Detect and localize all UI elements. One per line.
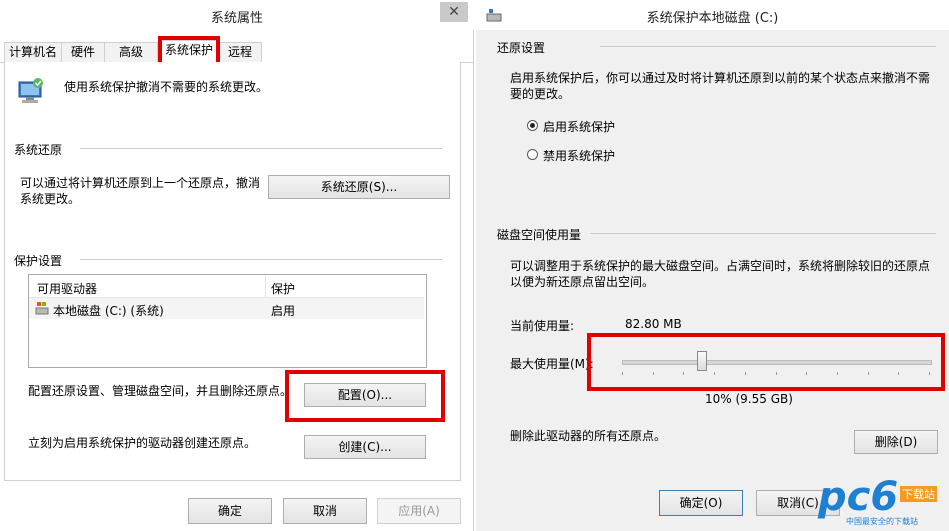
disable-protection-radio[interactable] bbox=[527, 149, 538, 160]
apply-button[interactable]: 应用(A) bbox=[377, 498, 461, 524]
system-properties-window: 系统属性 ✕ 计算机名 硬件 高级 系统保护 远程 使用系统保护撤消不需要的系统… bbox=[0, 0, 474, 531]
restore-desc-line1: 可以通过将计算机还原到上一个还原点，撤消 bbox=[20, 176, 261, 190]
drive-protection-cell: 启用 bbox=[271, 304, 296, 318]
tab-remote[interactable]: 远程 bbox=[218, 42, 262, 62]
tab-hardware[interactable]: 硬件 bbox=[61, 42, 105, 62]
cancel-button[interactable]: 取消 bbox=[283, 498, 367, 524]
create-desc: 立刻为启用系统保护的驱动器创建还原点。 bbox=[28, 436, 257, 450]
tab-strip: 计算机名 硬件 高级 系统保护 远程 bbox=[0, 40, 474, 63]
max-usage-value: 10% (9.55 GB) bbox=[705, 392, 793, 406]
delete-desc: 删除此驱动器的所有还原点。 bbox=[510, 429, 667, 443]
pc6-watermark-logo: pc6 下载站 中国最安全的下载站 bbox=[818, 474, 946, 528]
configure-desc: 配置还原设置、管理磁盘空间，并且删除还原点。 bbox=[28, 384, 293, 398]
disk-usage-desc-line1: 可以调整用于系统保护的最大磁盘空间。占满空间时，系统将删除较旧的还原点 bbox=[510, 259, 931, 273]
current-usage-value: 82.80 MB bbox=[625, 317, 682, 331]
watermark-sub: 下载站 bbox=[900, 486, 937, 502]
ok-button[interactable]: 确定(O) bbox=[659, 490, 743, 516]
current-usage-label: 当前使用量: bbox=[510, 319, 575, 333]
section-divider bbox=[80, 259, 442, 260]
restore-settings-title: 还原设置 bbox=[497, 41, 546, 55]
ok-button[interactable]: 确定 bbox=[188, 498, 272, 524]
column-header-protection[interactable]: 保护 bbox=[271, 280, 295, 297]
enable-protection-label[interactable]: 启用系统保护 bbox=[543, 118, 615, 135]
disk-usage-title: 磁盘空间使用量 bbox=[497, 228, 582, 242]
protection-section-title: 保护设置 bbox=[14, 254, 63, 268]
drives-list[interactable]: 可用驱动器 保护 本地磁盘 (C:) (系统) 启用 bbox=[28, 274, 427, 368]
configure-highlight-box bbox=[285, 370, 445, 422]
restore-settings-desc-line1: 启用系统保护后，你可以通过及时将计算机还原到以前的某个状态点来撤消不需 bbox=[510, 71, 931, 85]
window-title: 系统属性 bbox=[210, 11, 263, 26]
slider-highlight-box bbox=[587, 333, 945, 391]
create-button[interactable]: 创建(C)... bbox=[304, 435, 426, 459]
intro-text: 使用系统保护撤消不需要的系统更改。 bbox=[64, 80, 269, 94]
system-restore-button[interactable]: 系统还原(S)... bbox=[268, 175, 450, 199]
watermark-tagline: 中国最安全的下载站 bbox=[846, 517, 918, 526]
title-bar: 系统属性 ✕ bbox=[0, 0, 474, 30]
drive-icon bbox=[35, 301, 49, 315]
section-divider bbox=[80, 148, 442, 149]
enable-protection-radio[interactable] bbox=[527, 120, 538, 131]
disable-protection-label[interactable]: 禁用系统保护 bbox=[543, 147, 615, 164]
tab-advanced[interactable]: 高级 bbox=[104, 42, 158, 62]
restore-desc-line2: 系统更改。 bbox=[20, 192, 81, 206]
max-usage-label: 最大使用量(M): bbox=[510, 357, 594, 371]
drive-name-cell: 本地磁盘 (C:) (系统) bbox=[53, 304, 164, 318]
restore-section-title: 系统还原 bbox=[14, 143, 63, 157]
restore-settings-desc-line2: 要的更改。 bbox=[510, 87, 571, 101]
system-protection-icon bbox=[16, 76, 46, 106]
tab-computer-name[interactable]: 计算机名 bbox=[4, 42, 62, 62]
close-button[interactable]: ✕ bbox=[440, 2, 468, 22]
column-divider bbox=[265, 275, 266, 297]
delete-button[interactable]: 删除(D) bbox=[854, 430, 938, 454]
dialog-title: 系统保护本地磁盘 (C:) bbox=[646, 11, 779, 26]
title-bar: 系统保护本地磁盘 (C:) bbox=[476, 0, 949, 30]
section-divider bbox=[590, 233, 936, 234]
column-header-drive[interactable]: 可用驱动器 bbox=[37, 280, 97, 297]
section-divider bbox=[600, 46, 936, 47]
watermark-brand: pc6 bbox=[818, 474, 899, 520]
disk-usage-desc-line2: 以便为新还原点留出空间。 bbox=[510, 275, 655, 289]
